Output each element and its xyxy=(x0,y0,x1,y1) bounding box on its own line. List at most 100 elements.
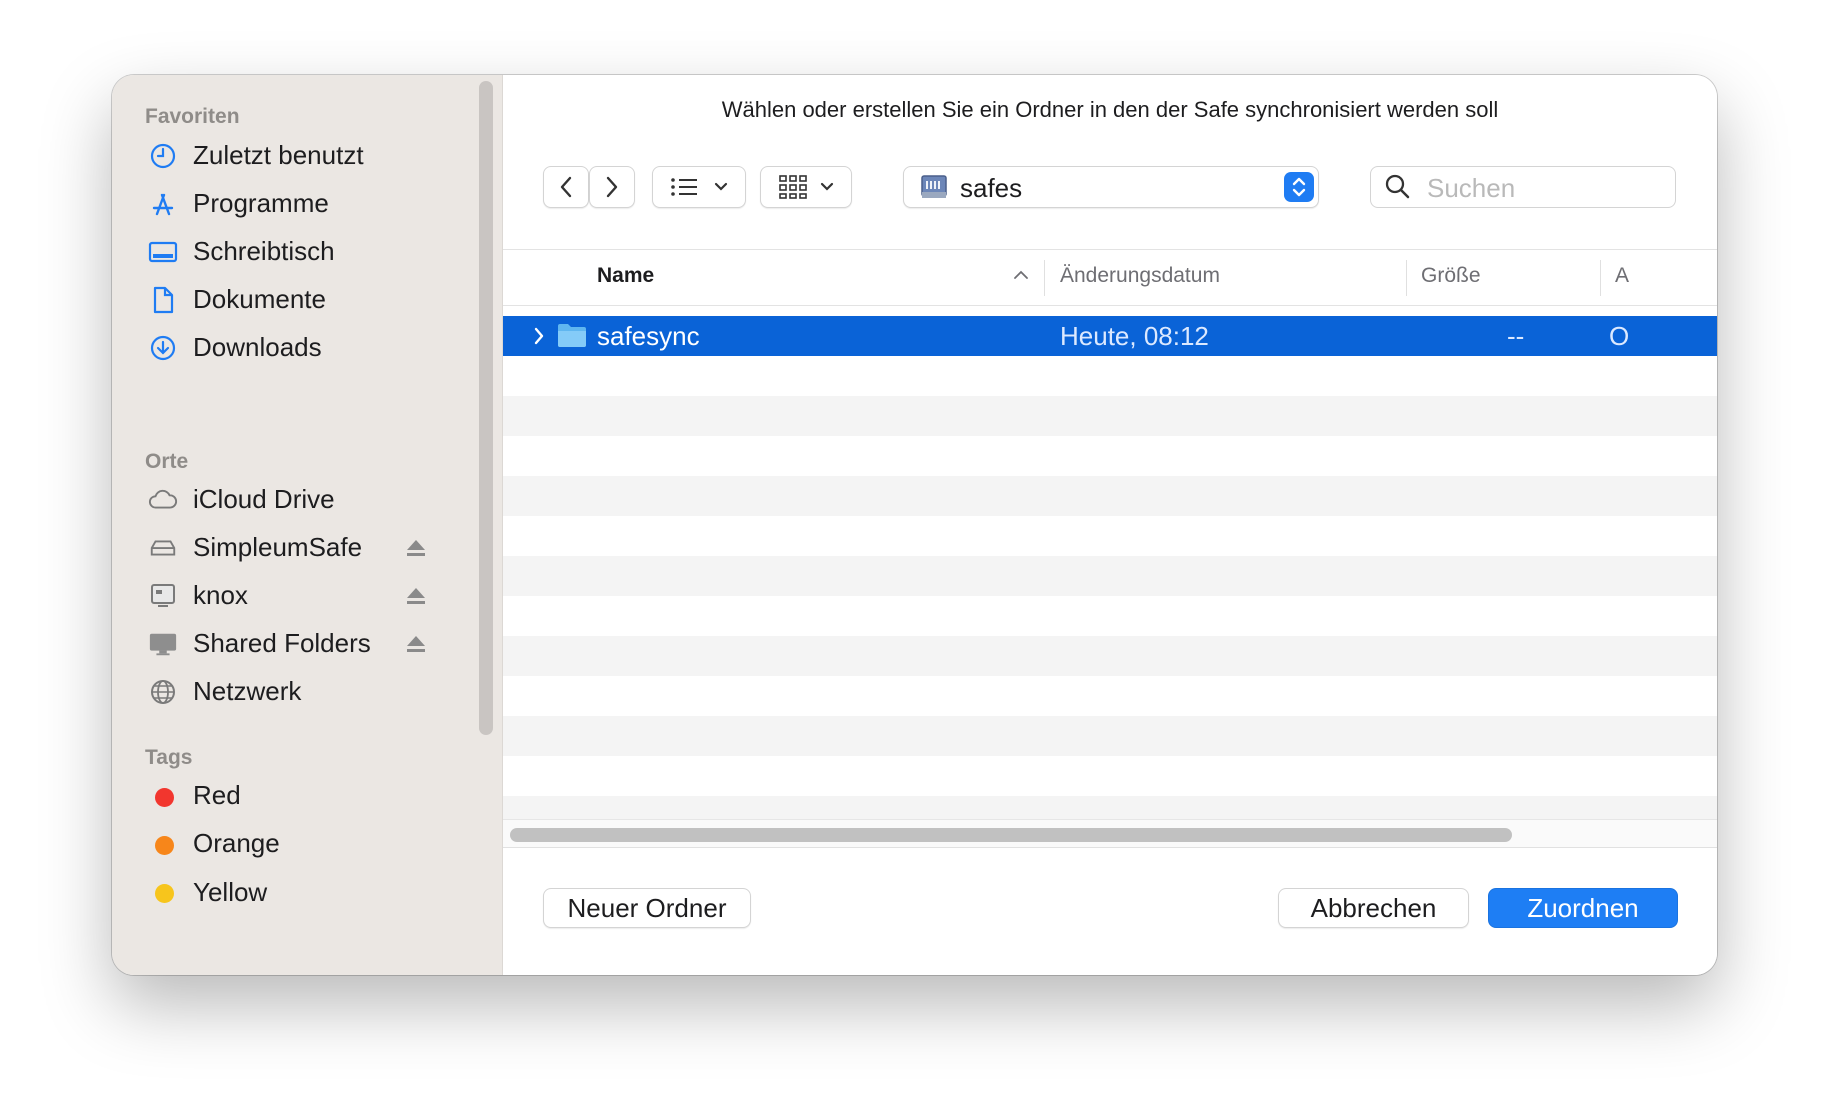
empty-row xyxy=(503,636,1717,676)
sidebar-item-shared-folders[interactable]: Shared Folders xyxy=(112,619,492,667)
document-icon xyxy=(148,285,178,315)
table-row[interactable]: safesync Heute, 08:12 -- O xyxy=(503,316,1717,356)
network-drive-icon xyxy=(921,175,947,198)
sidebar-item-downloads[interactable]: Downloads xyxy=(112,323,492,371)
sidebar-item-label: Zuletzt benutzt xyxy=(193,139,364,170)
row-size: -- xyxy=(1507,321,1525,351)
globe-icon xyxy=(148,677,178,707)
download-icon xyxy=(148,333,178,363)
forward-button[interactable] xyxy=(589,166,635,208)
section-locations: Orte xyxy=(145,450,189,473)
sidebar-item-desktop[interactable]: Schreibtisch xyxy=(112,227,492,275)
chevron-right-icon xyxy=(606,176,618,198)
applications-icon xyxy=(148,189,178,219)
list-icon xyxy=(671,178,697,196)
desktop-icon xyxy=(148,237,178,267)
dialog-footer: Neuer Ordner Abbrechen Zuordnen xyxy=(503,847,1717,975)
column-header-size[interactable]: Größe xyxy=(1421,264,1481,288)
sidebar-item-label: Downloads xyxy=(193,331,322,362)
empty-row xyxy=(503,596,1717,636)
sidebar-item-label: Orange xyxy=(193,827,280,858)
sidebar-item-label: Schreibtisch xyxy=(193,235,335,266)
empty-row xyxy=(503,716,1717,756)
section-tags: Tags xyxy=(145,746,193,769)
eject-icon[interactable] xyxy=(405,586,427,606)
back-button[interactable] xyxy=(543,166,589,208)
confirm-button[interactable]: Zuordnen xyxy=(1488,888,1678,928)
sidebar-item-recents[interactable]: Zuletzt benutzt xyxy=(112,131,492,179)
column-header-kind[interactable]: A xyxy=(1615,264,1629,288)
search-field[interactable] xyxy=(1370,166,1676,208)
sidebar-item-network[interactable]: Netzwerk xyxy=(112,667,492,715)
chevron-left-icon xyxy=(560,176,572,198)
stepper-icon xyxy=(1284,172,1314,202)
main-panel: Wählen oder erstellen Sie ein Ordner in … xyxy=(503,75,1717,975)
search-icon xyxy=(1385,174,1410,199)
new-folder-button[interactable]: Neuer Ordner xyxy=(543,888,751,928)
sidebar-item-applications[interactable]: Programme xyxy=(112,179,492,227)
sidebar-item-label: Programme xyxy=(193,187,329,218)
eject-icon[interactable] xyxy=(405,634,427,654)
empty-row xyxy=(503,676,1717,716)
empty-row xyxy=(503,556,1717,596)
tag-color-dot xyxy=(155,836,174,855)
sidebar-item-label: Red xyxy=(193,779,241,810)
empty-row xyxy=(503,396,1717,436)
sidebar-item-label: Dokumente xyxy=(193,283,326,314)
row-name: safesync xyxy=(597,321,700,351)
list-view-button[interactable] xyxy=(652,166,746,208)
sidebar-item-label: Netzwerk xyxy=(193,675,302,706)
column-separator[interactable] xyxy=(1600,260,1601,296)
tag-color-dot xyxy=(155,788,174,807)
cancel-button[interactable]: Abbrechen xyxy=(1278,888,1469,928)
sidebar-item-documents[interactable]: Dokumente xyxy=(112,275,492,323)
sidebar-item-label: Yellow xyxy=(193,877,268,907)
search-input[interactable] xyxy=(1425,171,1659,205)
server-icon xyxy=(148,581,178,611)
folder-icon xyxy=(558,324,586,347)
chevron-down-icon xyxy=(820,182,834,191)
cloud-icon xyxy=(148,485,178,515)
sidebar-item-label: Shared Folders xyxy=(193,627,371,658)
sidebar-item-label: iCloud Drive xyxy=(193,483,335,514)
empty-row xyxy=(503,476,1717,516)
display-icon xyxy=(148,629,178,659)
drive-icon xyxy=(148,533,178,563)
location-popup[interactable]: safes xyxy=(903,166,1319,208)
disclosure-chevron-icon[interactable] xyxy=(533,327,545,345)
sidebar-item-label: knox xyxy=(193,579,248,610)
scrollbar-thumb[interactable] xyxy=(510,828,1512,842)
location-label: safes xyxy=(960,173,1023,203)
section-favorites: Favoriten xyxy=(145,105,240,128)
sort-ascending-icon xyxy=(1014,270,1028,279)
table-header: Name Änderungsdatum Größe A xyxy=(503,249,1717,306)
sidebar-item-simpleumsafe[interactable]: SimpleumSafe xyxy=(112,523,492,571)
sidebar-item-knox[interactable]: knox xyxy=(112,571,492,619)
horizontal-scrollbar[interactable] xyxy=(503,819,1717,848)
sidebar-item-tag-red[interactable]: Red xyxy=(112,771,492,819)
tag-color-dot xyxy=(155,884,174,903)
dialog-title: Wählen oder erstellen Sie ein Ordner in … xyxy=(721,97,1499,122)
column-header-modified[interactable]: Änderungsdatum xyxy=(1060,264,1220,288)
empty-row xyxy=(503,516,1717,556)
empty-row xyxy=(503,356,1717,396)
empty-row xyxy=(503,756,1717,796)
column-separator[interactable] xyxy=(1406,260,1407,296)
file-dialog: Favoriten Zuletzt benutzt Programme Schr… xyxy=(112,75,1717,975)
sidebar-item-label: SimpleumSafe xyxy=(193,531,363,562)
column-separator[interactable] xyxy=(1044,260,1045,296)
sidebar: Favoriten Zuletzt benutzt Programme Schr… xyxy=(112,75,503,975)
eject-icon[interactable] xyxy=(405,538,427,558)
empty-row xyxy=(503,796,1717,819)
sidebar-item-icloud[interactable]: iCloud Drive xyxy=(112,475,492,523)
grid-view-button[interactable] xyxy=(760,166,852,208)
row-kind: O xyxy=(1609,321,1630,351)
grid-icon xyxy=(779,175,807,199)
chevron-down-icon xyxy=(714,182,728,191)
sidebar-item-tag-yellow[interactable]: Yellow xyxy=(112,867,492,907)
clock-icon xyxy=(148,141,178,171)
sidebar-scrollbar[interactable] xyxy=(479,81,493,735)
row-modified: Heute, 08:12 xyxy=(1060,321,1209,351)
column-header-name[interactable]: Name xyxy=(597,264,654,288)
sidebar-item-tag-orange[interactable]: Orange xyxy=(112,819,492,867)
